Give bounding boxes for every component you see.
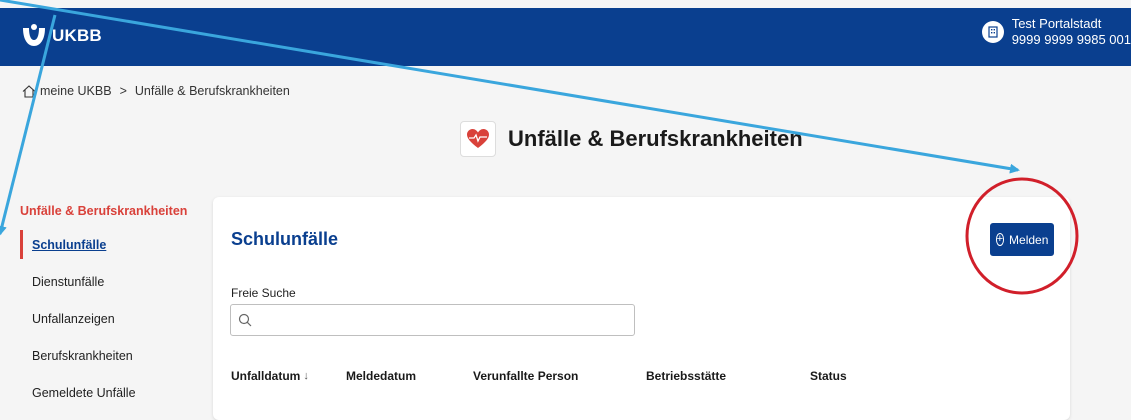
plus-circle-icon: +	[995, 233, 1005, 246]
breadcrumb-home[interactable]: meine UKBB	[40, 84, 112, 98]
search-icon	[238, 313, 252, 327]
sort-arrow-down-icon: ↓	[303, 370, 309, 382]
breadcrumb-separator: >	[119, 84, 127, 98]
home-icon	[22, 84, 36, 98]
user-name: Test Portalstadt	[1011, 16, 1102, 31]
user-account[interactable]: Test Portalstadt 9999 9999 9985 001	[981, 16, 1131, 48]
sidebar-item-schulunfaelle[interactable]: Schulunfälle	[20, 226, 136, 263]
search-label: Freie Suche	[231, 286, 296, 300]
top-bar: UKBB Test Portalstadt 9999 9999 9985 001	[0, 8, 1131, 66]
melden-label: Melden	[1009, 232, 1049, 247]
sidebar-heading[interactable]: Unfälle & Berufskrankheiten	[20, 204, 187, 218]
column-header-status[interactable]: Status	[810, 369, 910, 383]
ukbb-logo[interactable]: UKBB	[20, 22, 102, 50]
melden-button[interactable]: + Melden	[990, 223, 1054, 256]
heart-pulse-icon	[460, 121, 496, 157]
breadcrumb: meine UKBB > Unfälle & Berufskrankheiten	[22, 84, 290, 98]
sidebar-item-dienstunfaelle[interactable]: Dienstunfälle	[20, 263, 136, 300]
column-label: Unfalldatum	[231, 369, 301, 383]
column-header-betriebsstaette[interactable]: Betriebsstätte	[646, 369, 810, 383]
section-title: Schulunfälle	[231, 229, 339, 249]
column-header-meldedatum[interactable]: Meldedatum	[346, 369, 473, 383]
building-icon	[981, 21, 1004, 43]
ukbb-logo-icon	[23, 24, 45, 46]
breadcrumb-current: Unfälle & Berufskrankheiten	[134, 84, 290, 98]
page-heading: Unfälle & Berufskrankheiten	[460, 121, 803, 157]
table-header: Unfalldatum ↓ Meldedatum Verunfallte Per…	[231, 369, 910, 383]
search-field[interactable]	[230, 304, 635, 336]
sidebar-item-berufskrankheiten[interactable]: Berufskrankheiten	[20, 337, 136, 374]
search-input[interactable]	[258, 311, 634, 329]
main-card: Schulunfälle + Melden Freie Suche Unfall…	[213, 197, 1070, 420]
sidebar-item-unfallanzeigen[interactable]: Unfallanzeigen	[20, 300, 136, 337]
sidebar-nav: Schulunfälle Dienstunfälle Unfallanzeige…	[20, 226, 136, 411]
sidebar-item-gemeldete-unfaelle[interactable]: Gemeldete Unfälle	[20, 374, 136, 411]
page-title: Unfälle & Berufskrankheiten	[508, 126, 803, 151]
logo-text: UKBB	[52, 26, 102, 45]
user-id: 9999 9999 9985 001	[1011, 32, 1131, 47]
column-header-verunfallte-person[interactable]: Verunfallte Person	[473, 369, 646, 383]
column-header-unfalldatum[interactable]: Unfalldatum ↓	[231, 369, 346, 383]
